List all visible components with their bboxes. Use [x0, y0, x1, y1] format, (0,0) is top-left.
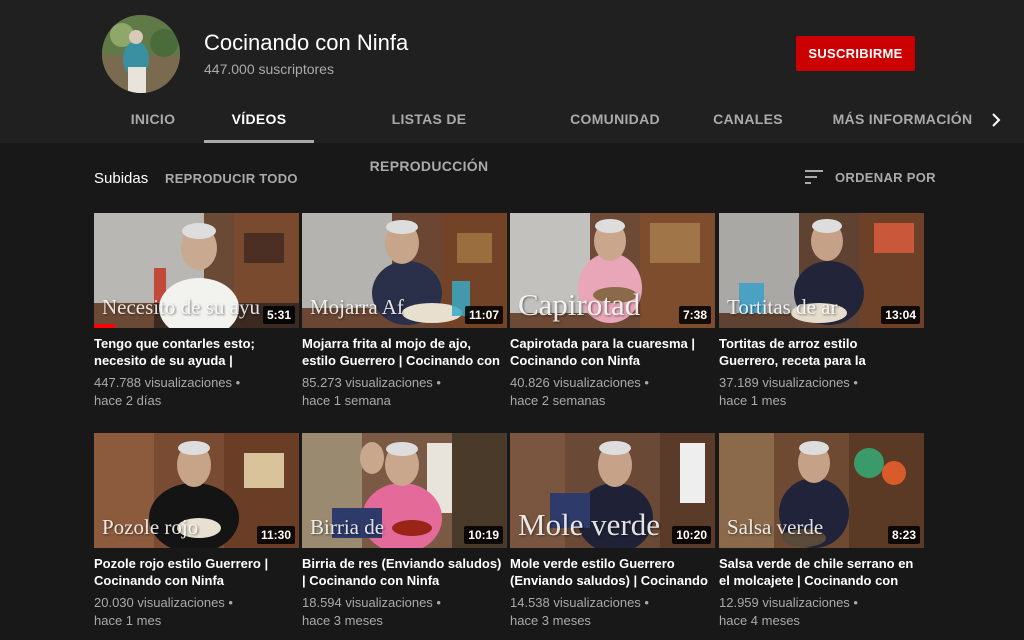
- video-title[interactable]: Tengo que contarles esto; necesito de su…: [94, 335, 294, 369]
- video-duration: 10:20: [672, 526, 711, 544]
- video-age: hace 3 meses: [302, 613, 383, 628]
- tab-comunidad[interactable]: COMUNIDAD: [565, 96, 665, 143]
- tab-inicio[interactable]: INICIO: [118, 96, 188, 143]
- channel-avatar[interactable]: [102, 15, 180, 93]
- video-duration: 7:38: [678, 306, 711, 324]
- video-thumbnail[interactable]: Mole verde 10:20: [510, 433, 715, 548]
- channel-header: Cocinando con Ninfa 447.000 suscriptores…: [0, 0, 1024, 174]
- video-thumbnail[interactable]: Salsa verde 8:23: [719, 433, 924, 548]
- video-duration: 8:23: [887, 526, 920, 544]
- thumbnail-overlay-text: Capirotad: [518, 287, 641, 322]
- play-all-button[interactable]: REPRODUCIR TODO: [165, 171, 298, 186]
- sort-icon[interactable]: [805, 168, 825, 186]
- video-title[interactable]: Mole verde estilo Guerrero (Enviando sal…: [510, 555, 710, 589]
- uploads-label[interactable]: Subidas: [94, 170, 148, 187]
- thumbnail-overlay-text: Necesito de su ayu: [102, 295, 261, 319]
- video-duration: 13:04: [881, 306, 920, 324]
- thumbnail-overlay-text: Mole verde: [518, 507, 661, 542]
- video-views: 40.826 visualizaciones •: [510, 375, 649, 390]
- video-views: 18.594 visualizaciones •: [302, 595, 441, 610]
- uploads-bar: Subidas REPRODUCIR TODO ORDENAR POR: [0, 143, 1024, 209]
- tab-mas-informacion[interactable]: MÁS INFORMACIÓN: [830, 96, 975, 143]
- channel-tabs: INICIO VÍDEOS LISTAS DE REPRODUCCIÓN COM…: [0, 96, 1024, 174]
- video-views: 12.959 visualizaciones •: [719, 595, 858, 610]
- sort-button[interactable]: ORDENAR POR: [835, 170, 936, 185]
- thumbnail-overlay-text: Pozole rojo: [102, 515, 199, 539]
- video-title[interactable]: Mojarra frita al mojo de ajo, estilo Gue…: [302, 335, 502, 369]
- video-thumbnail[interactable]: Mojarra Af 11:07: [302, 213, 507, 328]
- video-views: 85.273 visualizaciones •: [302, 375, 441, 390]
- video-age: hace 1 mes: [719, 393, 787, 408]
- video-age: hace 3 meses: [510, 613, 591, 628]
- tab-canales[interactable]: CANALES: [708, 96, 788, 143]
- video-duration: 10:19: [464, 526, 503, 544]
- video-age: hace 2 días: [94, 393, 162, 408]
- video-duration: 5:31: [262, 306, 295, 324]
- video-title[interactable]: Capirotada para la cuaresma | Cocinando …: [510, 335, 710, 369]
- thumbnail-overlay-text: Birria de: [310, 515, 385, 539]
- thumbnail-overlay-text: Salsa verde: [727, 515, 824, 539]
- video-duration: 11:07: [464, 306, 503, 324]
- tab-listas-de-reproduccion[interactable]: LISTAS DE REPRODUCCIÓN: [334, 96, 524, 174]
- video-title[interactable]: Pozole rojo estilo Guerrero | Cocinando …: [94, 555, 294, 589]
- video-thumbnail[interactable]: Necesito de su ayu 5:31: [94, 213, 299, 328]
- video-title[interactable]: Tortitas de arroz estilo Guerrero, recet…: [719, 335, 919, 369]
- video-views: 447.788 visualizaciones •: [94, 375, 241, 390]
- video-age: hace 1 semana: [302, 393, 391, 408]
- video-title[interactable]: Salsa verde de chile serrano en el molca…: [719, 555, 919, 589]
- video-views: 14.538 visualizaciones •: [510, 595, 649, 610]
- video-thumbnail[interactable]: Tortitas de ar 13:04: [719, 213, 924, 328]
- subscribe-button[interactable]: SUSCRIBIRME: [796, 36, 915, 71]
- thumbnail-overlay-text: Tortitas de ar: [727, 295, 838, 319]
- video-views: 20.030 visualizaciones •: [94, 595, 233, 610]
- channel-name[interactable]: Cocinando con Ninfa: [204, 30, 408, 56]
- watch-progress-bar: [94, 324, 115, 328]
- video-title[interactable]: Birria de res (Enviando saludos) | Cocin…: [302, 555, 502, 589]
- video-age: hace 1 mes: [94, 613, 162, 628]
- video-thumbnail[interactable]: Capirotad 7:38: [510, 213, 715, 328]
- video-duration: 11:30: [256, 526, 295, 544]
- video-thumbnail[interactable]: Pozole rojo 11:30: [94, 433, 299, 548]
- video-views: 37.189 visualizaciones •: [719, 375, 858, 390]
- thumbnail-overlay-text: Mojarra Af: [310, 295, 404, 319]
- tab-videos[interactable]: VÍDEOS: [204, 96, 314, 143]
- video-age: hace 4 meses: [719, 613, 800, 628]
- video-age: hace 2 semanas: [510, 393, 606, 408]
- subscriber-count: 447.000 suscriptores: [204, 61, 334, 77]
- video-thumbnail[interactable]: Birria de 10:19: [302, 433, 507, 548]
- chevron-right-icon[interactable]: [984, 108, 1008, 132]
